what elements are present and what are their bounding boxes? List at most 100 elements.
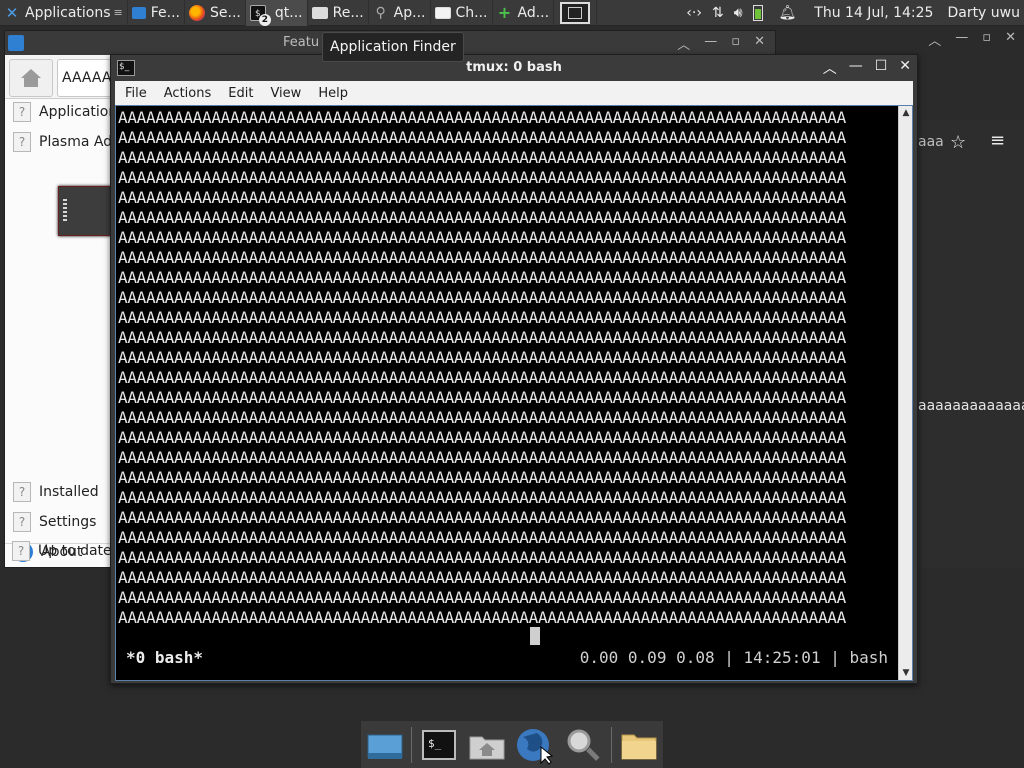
sidebar-item-installed[interactable]: ? Installed bbox=[13, 479, 99, 505]
sidebar-item-label: Application bbox=[39, 104, 118, 120]
applications-menu-button[interactable]: ✕ Applications ≡ bbox=[0, 0, 128, 26]
window-icon bbox=[434, 6, 451, 19]
dock-separator bbox=[611, 727, 612, 763]
maximize-icon[interactable]: ☐ bbox=[875, 58, 888, 78]
question-icon: ? bbox=[13, 482, 31, 502]
menu-actions[interactable]: Actions bbox=[164, 86, 212, 101]
terminal-line: AAAAAAAAAAAAAAAAAAAAAAAAAAAAAAAAAAAAAAAA… bbox=[118, 528, 846, 547]
sidebar-item-applications[interactable]: ? Application bbox=[13, 99, 117, 125]
app-finder-icon[interactable] bbox=[563, 725, 603, 765]
maximize-icon[interactable]: ▫ bbox=[731, 34, 740, 53]
question-icon: ? bbox=[13, 132, 31, 152]
shade-icon[interactable]: ︿ bbox=[677, 34, 690, 53]
user-menu[interactable]: Darty uwu bbox=[947, 5, 1020, 21]
terminal-line: AAAAAAAAAAAAAAAAAAAAAAAAAAAAAAAAAAAAAAAA… bbox=[118, 188, 846, 207]
volume-icon[interactable]: 🔊︎ bbox=[734, 5, 743, 21]
plus-icon: + bbox=[497, 2, 512, 22]
window-title: tmux: 0 bash bbox=[466, 60, 562, 75]
network-icon[interactable]: ‹·› bbox=[686, 5, 702, 21]
task-button[interactable]: Ch... bbox=[431, 0, 493, 26]
scroll-up-arrow-icon[interactable]: ▲ bbox=[899, 106, 913, 120]
search-text-fragment: aaa bbox=[918, 134, 944, 150]
xfce-logo-icon: ✕ bbox=[5, 3, 19, 22]
tmux-status-bar: *0 bash* 0.00 0.09 0.08 | 14:25:01 | bas… bbox=[116, 646, 898, 668]
scroll-down-arrow-icon[interactable]: ▼ bbox=[899, 666, 913, 680]
terminal-line: AAAAAAAAAAAAAAAAAAAAAAAAAAAAAAAAAAAAAAAA… bbox=[118, 168, 846, 187]
terminal-window: $_ tmux: 0 bash ︿ — ☐ ✕ File Actions Edi… bbox=[110, 54, 918, 684]
tmux-window-list: *0 bash* bbox=[126, 648, 204, 667]
minimize-icon[interactable]: — bbox=[955, 30, 968, 49]
terminal-line: AAAAAAAAAAAAAAAAAAAAAAAAAAAAAAAAAAAAAAAA… bbox=[118, 208, 846, 227]
terminal-line: AAAAAAAAAAAAAAAAAAAAAAAAAAAAAAAAAAAAAAAA… bbox=[118, 228, 846, 247]
close-icon[interactable]: ✕ bbox=[754, 34, 765, 53]
sidebar-item-up-to-date[interactable]: ? Up to date bbox=[12, 538, 112, 564]
sidebar-item-settings[interactable]: ? Settings bbox=[13, 509, 96, 535]
hamburger-menu-icon[interactable]: ≡ bbox=[990, 130, 1005, 151]
terminal-icon[interactable]: $_ bbox=[419, 725, 459, 765]
terminal-badge-icon: $2 bbox=[249, 4, 271, 26]
dock-separator bbox=[411, 727, 412, 763]
menubar: File Actions Edit View Help bbox=[115, 81, 913, 105]
task-button[interactable]: Se... bbox=[185, 0, 246, 26]
task-button[interactable]: ⚲ Ap... bbox=[369, 0, 431, 26]
sidebar-item-label: Installed bbox=[39, 484, 99, 500]
star-icon[interactable]: ☆ bbox=[950, 132, 966, 153]
home-folder-icon[interactable] bbox=[467, 725, 507, 765]
window-titlebar[interactable]: $_ tmux: 0 bash ︿ — ☐ ✕ bbox=[111, 55, 917, 81]
task-button[interactable]: Re... bbox=[308, 0, 369, 26]
terminal-line: AAAAAAAAAAAAAAAAAAAAAAAAAAAAAAAAAAAAAAAA… bbox=[118, 248, 846, 267]
notification-bell-icon[interactable]: 🔔︎ bbox=[779, 5, 797, 21]
sidebar-item-plasma-addons[interactable]: ? Plasma Add bbox=[13, 129, 121, 155]
menu-edit[interactable]: Edit bbox=[228, 86, 253, 101]
clock[interactable]: Thu 14 Jul, 14:25 bbox=[814, 5, 933, 21]
content-text: aaaaaaaaaaaaa bbox=[918, 398, 1024, 414]
files-folder-icon[interactable] bbox=[619, 725, 659, 765]
close-icon[interactable]: ✕ bbox=[1005, 30, 1016, 49]
battery-icon[interactable] bbox=[752, 5, 763, 21]
task-label: Ch... bbox=[455, 4, 488, 21]
terminal-line: AAAAAAAAAAAAAAAAAAAAAAAAAAAAAAAAAAAAAAAA… bbox=[118, 368, 846, 387]
menu-indicator-icon: ≡ bbox=[113, 6, 123, 19]
minimize-icon[interactable]: — bbox=[849, 58, 863, 78]
updown-arrows-icon[interactable]: ⇅ bbox=[712, 5, 724, 21]
terminal-line: AAAAAAAAAAAAAAAAAAAAAAAAAAAAAAAAAAAAAAAA… bbox=[118, 468, 846, 487]
content-area-dark bbox=[912, 120, 1024, 568]
show-desktop-icon[interactable] bbox=[365, 725, 405, 765]
minimize-icon[interactable]: — bbox=[704, 34, 717, 53]
top-panel: ✕ Applications ≡ Fe... Se... $2 qt... Re… bbox=[0, 0, 1024, 26]
tmux-status-right: 0.00 0.09 0.08 | 14:25:01 | bash bbox=[579, 648, 888, 667]
sidebar-item-label: Up to date bbox=[38, 543, 112, 559]
menu-view[interactable]: View bbox=[270, 86, 301, 101]
terminal-line: AAAAAAAAAAAAAAAAAAAAAAAAAAAAAAAAAAAAAAAA… bbox=[118, 308, 846, 327]
task-label: Re... bbox=[332, 4, 364, 21]
task-badge: 2 bbox=[258, 13, 271, 26]
tooltip: Application Finder bbox=[322, 32, 464, 62]
maximize-restore-icon[interactable]: ︿ bbox=[928, 30, 941, 49]
window-title: Featu bbox=[283, 35, 320, 50]
question-icon: ? bbox=[12, 541, 30, 561]
svg-text:$_: $_ bbox=[428, 737, 442, 750]
task-button[interactable]: + Ad... bbox=[493, 0, 555, 26]
home-button[interactable] bbox=[9, 59, 53, 97]
terminal-line: AAAAAAAAAAAAAAAAAAAAAAAAAAAAAAAAAAAAAAAA… bbox=[118, 588, 846, 607]
sidebar-item-label: Settings bbox=[39, 514, 97, 530]
folder-icon bbox=[311, 6, 328, 19]
sidebar: ? Application ? Plasma Add ? Installed ?… bbox=[5, 99, 121, 567]
window-blue-icon bbox=[131, 6, 146, 19]
terminal-line: AAAAAAAAAAAAAAAAAAAAAAAAAAAAAAAAAAAAAAAA… bbox=[118, 488, 846, 507]
terminal-output[interactable]: AAAAAAAAAAAAAAAAAAAAAAAAAAAAAAAAAAAAAAAA… bbox=[115, 105, 913, 681]
menu-file[interactable]: File bbox=[125, 86, 147, 101]
search-icon: ⚲ bbox=[375, 4, 386, 21]
task-button[interactable]: Fe... bbox=[128, 0, 186, 26]
grip-icon[interactable] bbox=[63, 199, 67, 223]
text-cursor bbox=[530, 627, 540, 645]
dock: $_ bbox=[360, 720, 664, 768]
close-icon[interactable]: ✕ bbox=[899, 58, 911, 78]
scrollbar[interactable]: ▲ ▼ bbox=[898, 106, 912, 680]
shade-icon[interactable]: ︿ bbox=[823, 58, 837, 78]
workspace-switcher[interactable] bbox=[554, 0, 598, 26]
task-button[interactable]: $2 qt... bbox=[245, 0, 308, 26]
menu-help[interactable]: Help bbox=[318, 86, 348, 101]
restore-icon[interactable]: ▫ bbox=[982, 30, 991, 49]
web-browser-icon[interactable] bbox=[515, 725, 555, 765]
